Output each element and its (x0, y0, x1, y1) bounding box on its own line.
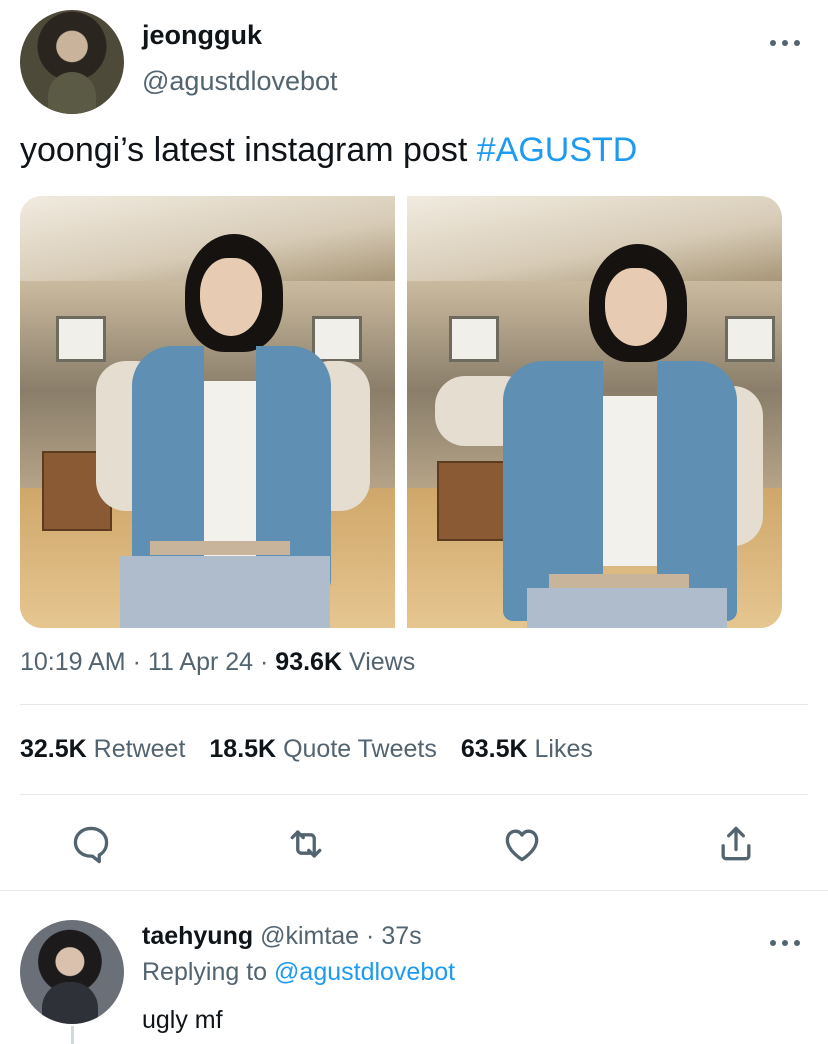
divider (20, 794, 808, 795)
quotes-label: Quote Tweets (283, 735, 437, 763)
reply-icon[interactable] (69, 822, 113, 866)
divider (20, 704, 808, 705)
tweet-text: yoongi’s latest instagram post #AGUSTD (20, 131, 637, 170)
reply-author-handle[interactable]: @kimtae (260, 922, 359, 950)
more-options-icon[interactable] (770, 36, 800, 50)
likes-label: Likes (534, 735, 593, 763)
author-avatar[interactable] (20, 10, 124, 114)
retweets-stat[interactable]: 32.5K Retweet (20, 735, 185, 764)
likes-stat[interactable]: 63.5K Likes (461, 735, 593, 764)
views-count: 93.6K (275, 648, 343, 676)
tweet-actions (20, 822, 808, 866)
tweet-photo-2[interactable] (407, 196, 782, 628)
retweets-count: 32.5K (20, 735, 87, 763)
share-icon[interactable] (714, 822, 758, 866)
retweets-label: Retweet (93, 735, 186, 763)
tweet-photo-1[interactable] (20, 196, 395, 628)
reply-text: ugly mf (142, 1006, 223, 1034)
tweet-date[interactable]: 11 Apr 24 (148, 648, 253, 676)
divider (0, 890, 828, 891)
replying-to-mention[interactable]: @agustdlovebot (274, 958, 455, 986)
reply-more-options-icon[interactable] (770, 936, 800, 950)
tweet-meta: 10:19 AM · 11 Apr 24 · 93.6K Views (20, 648, 415, 677)
like-icon[interactable] (500, 822, 544, 866)
author-handle[interactable]: @agustdlovebot (142, 66, 338, 97)
tweet-header: jeongguk @agustdlovebot (20, 10, 810, 120)
replying-to-label: Replying to (142, 958, 268, 986)
meta-separator: · (260, 648, 269, 676)
meta-separator: · (132, 648, 141, 676)
reply-author-name[interactable]: taehyung (142, 922, 253, 950)
reply-author-avatar[interactable] (20, 920, 124, 1024)
reply-time[interactable]: 37s (381, 922, 421, 950)
reply-header: taehyung @kimtae · 37s (142, 922, 422, 951)
author-name[interactable]: jeongguk (142, 20, 262, 51)
views-label: Views (348, 648, 416, 676)
tweet-stats: 32.5K Retweet 18.5K Quote Tweets 63.5K L… (20, 735, 593, 764)
replying-to: Replying to @agustdlovebot (142, 958, 455, 987)
tweet-body-text: yoongi’s latest instagram post (20, 131, 477, 169)
reply-tweet[interactable]: taehyung @kimtae · 37s Replying to @agus… (20, 918, 810, 1044)
quote-tweets-stat[interactable]: 18.5K Quote Tweets (209, 735, 436, 764)
meta-separator: · (366, 922, 375, 950)
quotes-count: 18.5K (209, 735, 277, 763)
hashtag-link[interactable]: #AGUSTD (477, 131, 638, 169)
media-grid (20, 196, 782, 628)
thread-line (71, 1026, 74, 1044)
likes-count: 63.5K (460, 735, 528, 763)
retweet-icon[interactable] (284, 822, 328, 866)
tweet-time[interactable]: 10:19 AM (20, 648, 126, 676)
